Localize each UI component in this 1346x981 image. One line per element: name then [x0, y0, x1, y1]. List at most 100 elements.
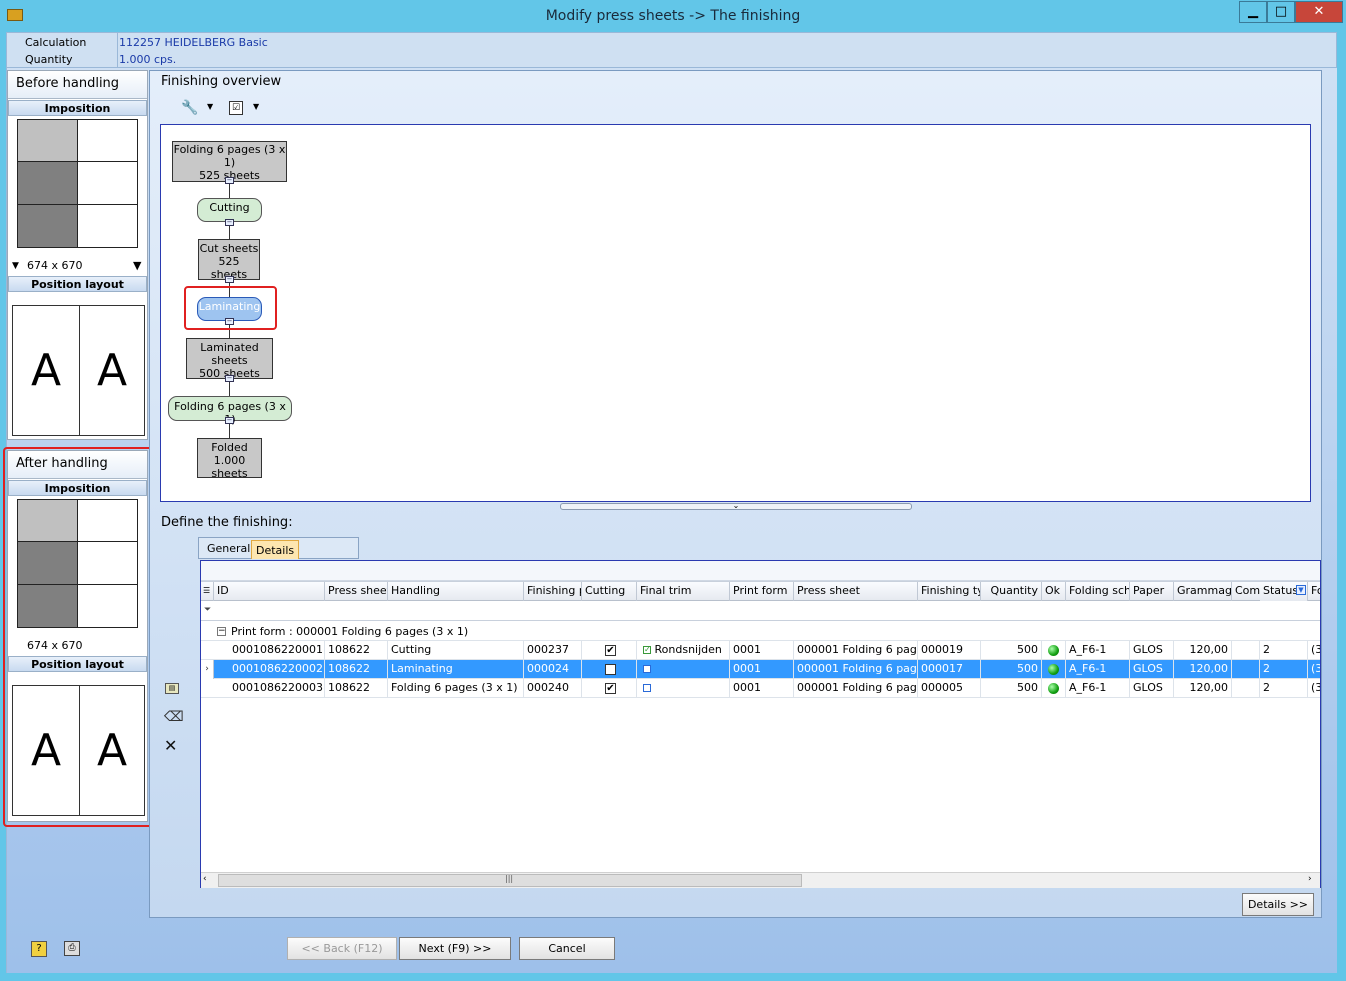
- tab-general[interactable]: General: [201, 538, 256, 560]
- filter-icon[interactable]: ▼: [1296, 585, 1306, 595]
- table-row[interactable]: 0001086220001 108622 Cutting 000237 ✔ ✓ …: [201, 641, 1320, 660]
- before-prev-arrow-icon[interactable]: ▼: [12, 261, 19, 271]
- cell-final-trim[interactable]: [637, 660, 730, 679]
- column-header[interactable]: Final trim: [637, 582, 730, 601]
- table-row-selected[interactable]: › 0001086220002 108622 Laminating 000024…: [201, 660, 1320, 679]
- final-trim-checkbox[interactable]: [643, 684, 651, 692]
- imposition-cell: [77, 541, 138, 585]
- column-header[interactable]: Fo: [1308, 582, 1320, 601]
- collapse-knob[interactable]: −: [225, 219, 234, 226]
- column-chooser-icon[interactable]: ☰: [201, 582, 214, 601]
- finishing-diagram: Folding 6 pages (3 x 1) 525 sheets Cutti…: [160, 124, 1311, 502]
- column-header[interactable]: Quantity: [981, 582, 1042, 601]
- cell-folding-scheme: A_F6-1: [1066, 679, 1130, 698]
- cutting-checkbox[interactable]: [605, 663, 616, 675]
- node-folded[interactable]: Folded 1.000 sheets: [197, 438, 262, 480]
- collapse-knob[interactable]: −: [225, 417, 234, 424]
- window-title: Modify press sheets -> The finishing: [545, 8, 801, 24]
- close-button[interactable]: ✕: [1295, 1, 1343, 23]
- column-header[interactable]: Press sheet: [325, 582, 388, 601]
- cell-grammage: 120,00: [1174, 679, 1232, 698]
- layout-letter: A: [96, 345, 128, 396]
- scroll-right-icon[interactable]: ›: [1308, 874, 1312, 884]
- imposition-cell: [77, 161, 138, 205]
- before-handling-title: Before handling: [8, 71, 147, 99]
- column-header[interactable]: Grammage: [1174, 582, 1232, 601]
- chevron-down-icon[interactable]: ▼: [207, 102, 213, 111]
- cell-cutting[interactable]: [582, 660, 637, 679]
- column-header[interactable]: Handling: [388, 582, 524, 601]
- cell-id: 0001086220001: [229, 641, 325, 660]
- cell-cutting[interactable]: ✔: [582, 679, 637, 698]
- column-header[interactable]: Cutting: [582, 582, 637, 601]
- collapse-group-icon[interactable]: −: [217, 627, 226, 636]
- column-header[interactable]: Press sheet: [794, 582, 918, 601]
- imposition-cell: [17, 499, 78, 542]
- node-cut-sheets[interactable]: Cut sheets 525 sheets: [198, 239, 260, 281]
- cell-quantity: 500: [981, 679, 1042, 698]
- back-button[interactable]: << Back (F12): [287, 937, 397, 960]
- cell-press-sheet-2: 000001 Folding 6 pages (: [794, 679, 918, 698]
- cell-finishing-type: 000019: [918, 641, 981, 660]
- after-imposition-grid: [17, 499, 138, 629]
- collapse-knob[interactable]: −: [225, 318, 234, 325]
- column-header[interactable]: Print form: [730, 582, 794, 601]
- final-trim-checkbox[interactable]: ✓: [643, 646, 651, 654]
- filter-row[interactable]: ⏷: [201, 601, 1320, 621]
- column-header[interactable]: Paper: [1130, 582, 1174, 601]
- cell-handling: Folding 6 pages (3 x 1): [388, 679, 524, 698]
- column-header[interactable]: Finishing pr: [524, 582, 582, 601]
- node-laminated-sheets[interactable]: Laminated sheets 500 sheets: [186, 338, 273, 380]
- cell-folding-scheme: A_F6-1: [1066, 660, 1130, 679]
- column-header[interactable]: Folding sche: [1066, 582, 1130, 601]
- minimize-button[interactable]: ▁: [1239, 1, 1267, 23]
- next-button[interactable]: Next (F9) >>: [399, 937, 511, 960]
- imposition-cell: [17, 119, 78, 162]
- calculation-label: Calculation: [25, 36, 87, 49]
- layout-letter: A: [30, 345, 62, 396]
- tab-details[interactable]: Details: [251, 540, 300, 559]
- cell-final-trim[interactable]: ✓ Rondsnijden: [637, 641, 730, 660]
- collapse-knob[interactable]: −: [225, 375, 234, 382]
- collapse-knob[interactable]: −: [225, 276, 234, 283]
- cell-finishing-type: 000005: [918, 679, 981, 698]
- splitter-handle[interactable]: ⌄: [560, 502, 912, 510]
- ok-status-icon: [1048, 663, 1059, 675]
- column-header[interactable]: Finishing typ: [918, 582, 981, 601]
- cell-grammage: 120,00: [1174, 641, 1232, 660]
- grid-header: ☰ ID Press sheet Handling Finishing pr C…: [201, 581, 1320, 601]
- node-label: Laminated sheets: [200, 341, 259, 367]
- cell-comr: [1232, 679, 1260, 698]
- delete-icon[interactable]: ✕: [164, 736, 177, 755]
- before-imposition-grid: [17, 119, 138, 249]
- column-header[interactable]: ID: [214, 582, 325, 601]
- column-header[interactable]: Ok: [1042, 582, 1066, 601]
- print-icon[interactable]: ⎙: [64, 941, 80, 956]
- cell-cutting[interactable]: ✔: [582, 641, 637, 660]
- group-row[interactable]: − Print form : 000001 Folding 6 pages (3…: [201, 622, 1320, 641]
- node-label: Cut sheets: [199, 242, 259, 255]
- eraser-icon[interactable]: ⌫: [164, 709, 184, 725]
- final-trim-checkbox[interactable]: [643, 665, 651, 673]
- cutting-checkbox[interactable]: ✔: [605, 644, 616, 656]
- imposition-cell: [17, 584, 78, 628]
- scroll-left-icon[interactable]: ‹: [203, 874, 207, 884]
- before-size-label: 674 x 670: [27, 259, 83, 272]
- wrench-icon[interactable]: 🔧: [181, 100, 199, 116]
- cancel-button[interactable]: Cancel: [519, 937, 615, 960]
- cell-final-trim[interactable]: [637, 679, 730, 698]
- imposition-cell: [77, 119, 138, 162]
- quantity-value: 1.000 cps.: [119, 53, 177, 66]
- maximize-button[interactable]: □: [1267, 1, 1295, 23]
- details-button[interactable]: Details >>: [1242, 893, 1314, 916]
- layout-letter: A: [96, 725, 128, 776]
- chevron-down-icon[interactable]: ▼: [253, 102, 259, 111]
- help-icon[interactable]: ?: [31, 941, 47, 957]
- collapse-knob[interactable]: −: [225, 177, 234, 184]
- checklist-icon[interactable]: ☑: [229, 101, 243, 115]
- export-icon[interactable]: ▤: [165, 683, 179, 694]
- table-row[interactable]: 0001086220003 108622 Folding 6 pages (3 …: [201, 679, 1320, 698]
- before-next-arrow-icon[interactable]: ▼: [133, 259, 141, 272]
- final-trim-value: Rondsnijden: [654, 643, 722, 656]
- cutting-checkbox[interactable]: ✔: [605, 682, 616, 694]
